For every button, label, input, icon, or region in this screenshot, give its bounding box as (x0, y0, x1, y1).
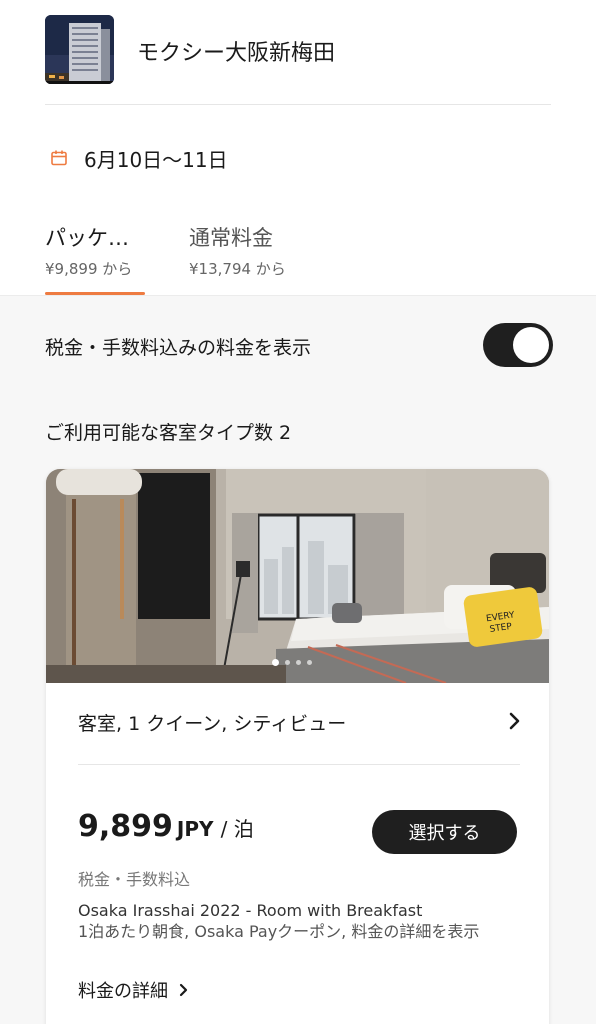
hotel-thumbnail[interactable] (45, 15, 114, 84)
room-price: 9,899 JPY / 泊 (78, 809, 254, 859)
toggle-knob (513, 327, 549, 363)
tab-standard-rate[interactable]: 通常料金 ¥13,794 から (189, 222, 329, 296)
carousel-dot-active[interactable] (272, 659, 279, 666)
room-title-row[interactable]: 客室, 1 クイーン, シティビュー (78, 683, 520, 765)
package-name: Osaka Irasshai 2022 - Room with Breakfas… (78, 901, 423, 920)
tab-package-price: ¥9,899 から (45, 260, 133, 278)
tax-toggle-row: 税金・手数料込みの料金を表示 (45, 323, 553, 367)
rate-tabs: パッケ… ¥9,899 から 通常料金 ¥13,794 から (0, 222, 596, 296)
tax-toggle-label: 税金・手数料込みの料金を表示 (45, 337, 312, 359)
price-amount: 9,899 (78, 809, 173, 844)
carousel-dots[interactable] (272, 659, 312, 666)
select-room-button[interactable]: 選択する (372, 810, 517, 854)
carousel-dot[interactable] (307, 660, 312, 665)
tab-standard-rate-title: 通常料金 (189, 226, 273, 250)
carousel-dot[interactable] (285, 660, 290, 665)
tab-package[interactable]: パッケ… ¥9,899 から (45, 222, 145, 296)
chevron-right-icon (179, 983, 188, 997)
price-details-label: 料金の詳細 (78, 981, 168, 1002)
hotel-header: モクシー大阪新梅田 (45, 15, 551, 105)
carousel-dot[interactable] (296, 660, 301, 665)
tax-toggle-switch[interactable] (483, 323, 553, 367)
tab-package-title: パッケ… (45, 226, 129, 250)
chevron-right-icon (509, 712, 520, 730)
dates-row[interactable]: 6月10日〜11日 (50, 140, 228, 176)
calendar-icon (51, 150, 67, 166)
package-description: 1泊あたり朝食, Osaka Payクーポン, 料金の詳細を表示 (78, 922, 480, 941)
room-type-count: ご利用可能な客室タイプ数 2 (45, 422, 292, 444)
tab-standard-rate-price: ¥13,794 から (189, 260, 286, 278)
price-details-link[interactable]: 料金の詳細 (78, 977, 190, 1003)
tax-included-note: 税金・手数料込 (78, 870, 191, 889)
price-per-night: / 泊 (220, 817, 254, 841)
room-title: 客室, 1 クイーン, シティビュー (78, 713, 347, 735)
stay-dates: 6月10日〜11日 (84, 147, 228, 172)
hotel-name: モクシー大阪新梅田 (137, 41, 336, 66)
room-photo[interactable]: EVERY STEP (46, 469, 549, 683)
room-card: EVERY STEP 客室, 1 クイーン, シティビュー 9,899 JPY /… (46, 469, 549, 1024)
price-currency: JPY (176, 817, 214, 841)
